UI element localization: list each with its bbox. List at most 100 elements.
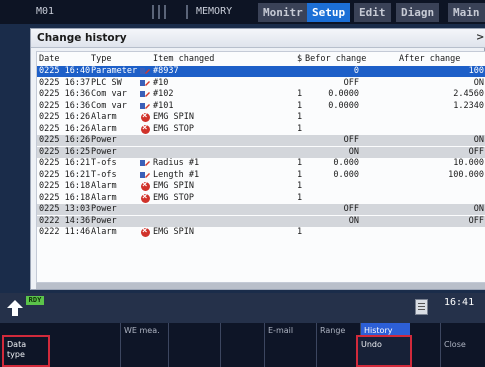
row-type: Alarm xyxy=(91,227,117,237)
table-row[interactable]: 0225 16:26 Alarm EMG SPIN 1 xyxy=(37,111,485,123)
pen-icon xyxy=(140,170,150,181)
table-row[interactable]: 0225 16:26 Alarm EMG STOP 1 xyxy=(37,123,485,135)
error-icon xyxy=(140,192,150,204)
tab-diagn[interactable]: Diagn xyxy=(396,3,440,22)
row-type: Power xyxy=(91,135,117,145)
email-key[interactable]: E-mail xyxy=(264,323,316,367)
table-row[interactable]: 0222 11:46 Alarm EMG SPIN 1 xyxy=(37,226,485,238)
row-date: 0222 11:46 xyxy=(39,227,91,237)
close-key[interactable]: Close xyxy=(440,323,485,367)
row-before: OFF xyxy=(343,135,359,145)
row-after: ON xyxy=(473,204,484,214)
table-row[interactable]: 0225 13:03 Power OFF ON xyxy=(37,204,485,215)
clock: 16:41 xyxy=(444,297,475,308)
row-item: EMG STOP xyxy=(153,192,194,203)
fkey-label: Close xyxy=(444,340,466,349)
row-type: T-ofs xyxy=(91,169,117,180)
dialog-title-text: Change history xyxy=(37,32,127,44)
row-type: Alarm xyxy=(91,181,117,191)
row-date: 0225 16:21 xyxy=(39,169,91,180)
row-before: OFF xyxy=(343,204,359,214)
range-key[interactable]: Range xyxy=(316,323,360,367)
close-icon[interactable]: > xyxy=(476,31,485,45)
table-row[interactable]: 0225 16:36 Com var #102 1 0.0000 2.4560 xyxy=(37,89,485,100)
row-date: 0225 16:18 xyxy=(39,192,91,203)
table-row[interactable]: 0225 16:21 T-ofs Length #1 1 0.000 100.000 xyxy=(37,170,485,181)
top-bar: M01 MEMORY Monitr Setup Edit Diagn Main xyxy=(0,0,485,24)
row-after: OFF xyxy=(468,146,484,157)
row-item: Radius #1 xyxy=(153,158,200,168)
table-row[interactable]: 0225 16:18 Alarm EMG SPIN 1 xyxy=(37,180,485,192)
row-date: 0225 16:40 xyxy=(39,66,91,76)
table-row[interactable]: 0225 16:40 Parameter #8937 0 100 xyxy=(37,66,485,77)
row-type: Alarm xyxy=(91,123,117,134)
tab-edit[interactable]: Edit xyxy=(354,3,391,22)
table-row[interactable]: 0225 16:37 PLC SW #10 OFF ON xyxy=(37,78,485,89)
row-item: EMG STOP xyxy=(153,123,194,134)
column-before: Befor change xyxy=(305,54,367,64)
row-item: #10 xyxy=(153,77,169,88)
undo-key[interactable]: Undo xyxy=(356,335,412,367)
row-before: 0.000 xyxy=(333,169,359,180)
tab-main[interactable]: Main xyxy=(448,3,485,22)
pen-icon xyxy=(140,158,150,169)
row-after: 100 xyxy=(468,66,484,76)
row-dollar: 1 xyxy=(297,158,303,168)
row-date: 0225 13:03 xyxy=(39,204,91,214)
memory-label: MEMORY xyxy=(196,6,233,17)
change-history-dialog: Change history > Date Type Item changed … xyxy=(30,28,485,290)
row-before: 0.0000 xyxy=(328,100,359,111)
row-date: 0225 16:26 xyxy=(39,135,91,145)
dialog-title: Change history > xyxy=(31,29,485,48)
row-dollar: 1 xyxy=(297,89,303,99)
document-icon[interactable] xyxy=(415,299,428,315)
row-type: Com var xyxy=(91,89,127,99)
error-icon xyxy=(140,226,150,238)
ready-indicator: RDY xyxy=(26,296,44,305)
column-dollar: $ xyxy=(297,54,303,64)
table-row[interactable]: 0225 16:36 Com var #101 1 0.0000 1.2340 xyxy=(37,101,485,112)
row-after: 1.2340 xyxy=(453,100,484,111)
separator xyxy=(158,5,160,19)
table-row[interactable]: 0225 16:21 T-ofs Radius #1 1 0.000 10.000 xyxy=(37,158,485,169)
tab-setup[interactable]: Setup xyxy=(307,3,351,22)
blank-key[interactable] xyxy=(168,323,220,367)
history-table[interactable]: Date Type Item changed $ Befor change Af… xyxy=(36,51,485,283)
row-before: 0.0000 xyxy=(328,89,359,99)
tab-monitor[interactable]: Monitr xyxy=(258,3,308,22)
arrow-up-icon[interactable] xyxy=(5,298,25,318)
row-before: ON xyxy=(348,215,359,226)
row-type: Parameter xyxy=(91,66,138,76)
row-date: 0225 16:25 xyxy=(39,146,91,157)
column-date: Date xyxy=(39,54,60,64)
data-type-key[interactable]: Data type xyxy=(2,335,50,367)
row-item: #8937 xyxy=(153,66,179,76)
row-after: ON xyxy=(473,77,484,88)
row-type: PLC SW xyxy=(91,77,122,88)
row-type: Power xyxy=(91,146,117,157)
mode-label: M01 xyxy=(36,6,55,17)
pen-icon xyxy=(140,78,150,89)
table-row[interactable]: 0222 14:36 Power ON OFF xyxy=(37,215,485,227)
fkey-label: Undo xyxy=(361,340,382,349)
row-date: 0225 16:37 xyxy=(39,77,91,88)
pen-icon xyxy=(140,66,150,77)
row-date: 0225 16:18 xyxy=(39,181,91,191)
row-item: Length #1 xyxy=(153,169,200,180)
status-bar: RDY 16:41 xyxy=(0,293,485,323)
row-dollar: 1 xyxy=(297,112,303,122)
row-dollar: 1 xyxy=(297,169,303,180)
error-icon xyxy=(140,111,150,123)
table-row[interactable]: 0225 16:18 Alarm EMG STOP 1 xyxy=(37,192,485,204)
row-date: 0222 14:36 xyxy=(39,215,91,226)
fkey-label: WE mea. xyxy=(124,326,160,335)
table-row[interactable]: 0225 16:26 Power OFF ON xyxy=(37,135,485,146)
horizontal-scrollbar[interactable] xyxy=(36,283,485,289)
table-row[interactable]: 0225 16:25 Power ON OFF xyxy=(37,146,485,158)
row-type: Alarm xyxy=(91,192,117,203)
table-header: Date Type Item changed $ Befor change Af… xyxy=(37,54,485,65)
column-after: After change xyxy=(399,54,461,64)
blank-key[interactable] xyxy=(220,323,264,367)
row-dollar: 1 xyxy=(297,192,303,203)
we-measure-key[interactable]: WE mea. xyxy=(120,323,168,367)
